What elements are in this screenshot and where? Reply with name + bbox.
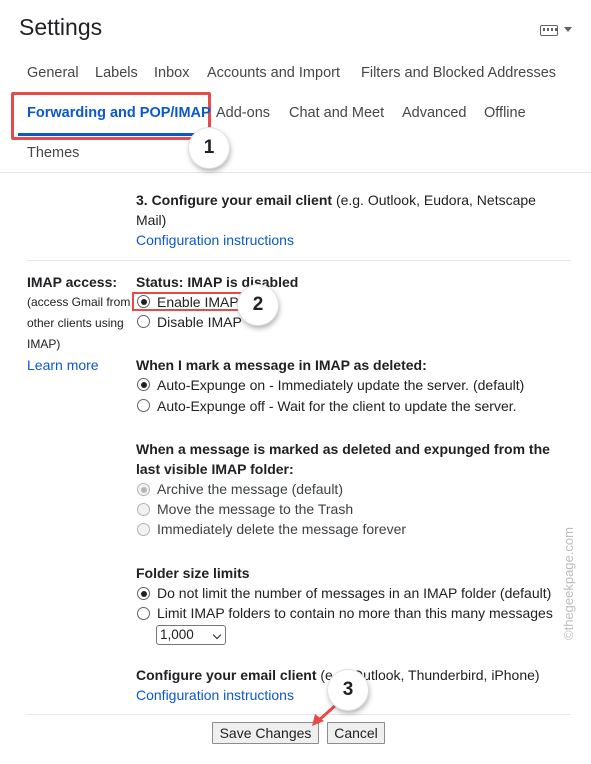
trash-radio [137,503,150,516]
pop-step-hint-2: Mail) [136,212,167,228]
imap-desc-line: (access Gmail from [27,295,131,309]
tab-forwarding-pop-imap[interactable]: Forwarding and POP/IMAP [27,105,211,121]
imap-access-label: IMAP access: [27,274,118,290]
keyboard-icon [540,25,558,36]
input-tools-button[interactable] [540,22,576,40]
limit-radio[interactable] [137,607,150,620]
pop-step-title: 3. Configure your email client [136,192,333,208]
folder-limit-value: 1,000 [160,627,194,642]
tab-themes[interactable]: Themes [27,145,79,161]
folder-limit-select[interactable]: 1,000 [156,625,226,645]
watermark: ©thegeekpage.com [559,500,579,640]
tab-offline[interactable]: Offline [484,105,526,121]
callout-badge: 2 [238,285,278,325]
learn-more-link[interactable]: Learn more [27,357,99,373]
tab-inbox[interactable]: Inbox [154,65,189,81]
imap-status: Status: IMAP is disabled [136,274,299,290]
tab-filters-and-blocked-addresses[interactable]: Filters and Blocked Addresses [361,65,556,81]
divider [27,714,571,715]
imap-desc-line: other clients using [27,316,124,330]
auto-expunge-off-label[interactable]: Auto-Expunge off - Wait for the client t… [157,398,517,414]
page-title: Settings [19,14,103,40]
imap-desc-line: IMAP) [27,337,61,351]
active-tab-indicator [18,133,204,136]
pop-step-3: 3. Configure your email client (e.g. Out… [136,192,536,208]
divider [0,172,591,173]
folder-size-heading: Folder size limits [136,565,250,581]
trash-label: Move the message to the Trash [157,501,354,517]
limit-label[interactable]: Limit IMAP folders to contain no more th… [157,605,553,621]
archive-radio [137,483,150,496]
divider [27,260,571,261]
enable-imap-label[interactable]: Enable IMAP [157,294,239,310]
no-limit-radio[interactable] [137,587,150,600]
delete-forever-radio [137,523,150,536]
tab-advanced[interactable]: Advanced [402,105,467,121]
tab-add-ons[interactable]: Add-ons [216,105,270,121]
watermark-text: ©thegeekpage.com [561,527,576,640]
expunged-heading-2: last visible IMAP folder: [136,461,294,477]
no-limit-label[interactable]: Do not limit the number of messages in a… [157,585,551,601]
disable-imap-radio[interactable] [137,315,150,328]
disable-imap-label[interactable]: Disable IMAP [157,314,242,330]
callout-badge: 3 [328,670,368,710]
archive-label: Archive the message (default) [157,481,343,497]
chevron-down-icon [212,630,222,640]
enable-imap-radio[interactable] [137,295,150,308]
tab-general[interactable]: General [27,65,79,81]
client-config-title: Configure your email client [136,667,317,683]
tab-accounts-and-import[interactable]: Accounts and Import [207,65,340,81]
imap-config-instructions-link[interactable]: Configuration instructions [136,687,294,703]
callout-badge: 1 [189,128,229,168]
tab-chat-and-meet[interactable]: Chat and Meet [289,105,384,121]
tab-labels[interactable]: Labels [95,65,138,81]
auto-expunge-off-radio[interactable] [137,399,150,412]
chevron-down-icon [564,27,572,32]
expunged-heading: When a message is marked as deleted and … [136,441,550,457]
auto-expunge-on-radio[interactable] [137,378,150,391]
delete-forever-label: Immediately delete the message forever [157,521,407,537]
deleted-heading: When I mark a message in IMAP as deleted… [136,357,427,373]
auto-expunge-on-label[interactable]: Auto-Expunge on - Immediately update the… [157,377,524,393]
pop-step-hint: (e.g. Outlook, Eudora, Netscape [335,192,536,208]
pop-config-instructions-link[interactable]: Configuration instructions [136,232,294,248]
